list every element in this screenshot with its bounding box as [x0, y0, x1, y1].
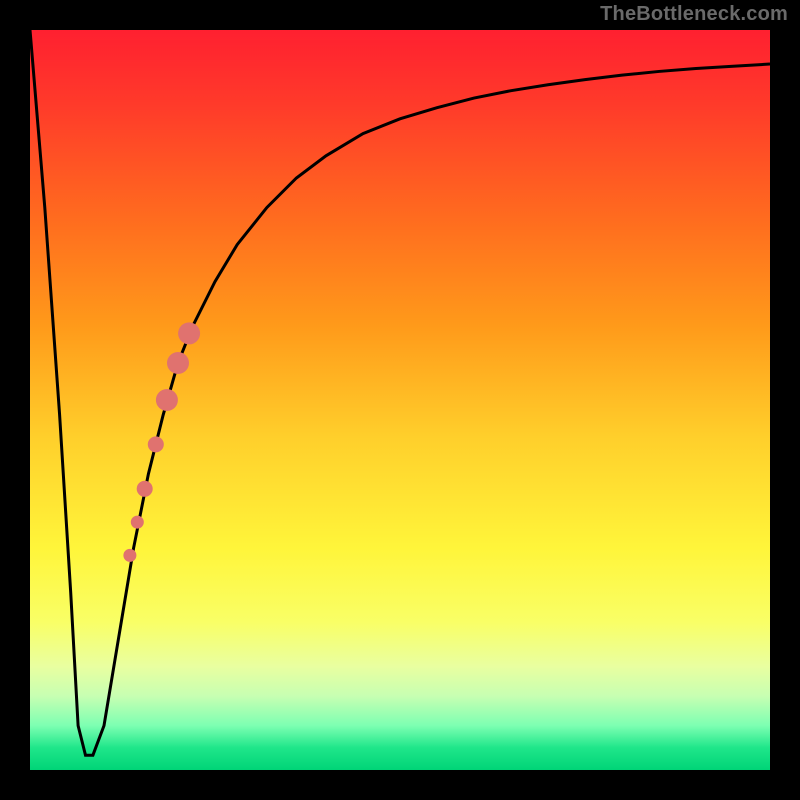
plot-area	[30, 30, 770, 770]
highlighted-cluster-low-a	[137, 481, 153, 497]
highlighted-cluster-top	[178, 322, 200, 344]
bottleneck-curve-path	[30, 30, 770, 755]
highlighted-cluster-low-b	[131, 516, 144, 529]
attribution-text: TheBottleneck.com	[600, 0, 788, 28]
highlighted-cluster-mid-b	[156, 389, 178, 411]
highlighted-cluster-mid-a	[167, 352, 189, 374]
curve-layer	[30, 30, 770, 770]
chart-frame: TheBottleneck.com	[0, 0, 800, 800]
marker-group	[123, 322, 200, 562]
highlighted-cluster-low-c	[123, 549, 136, 562]
highlighted-cluster-mid-c	[148, 436, 164, 452]
